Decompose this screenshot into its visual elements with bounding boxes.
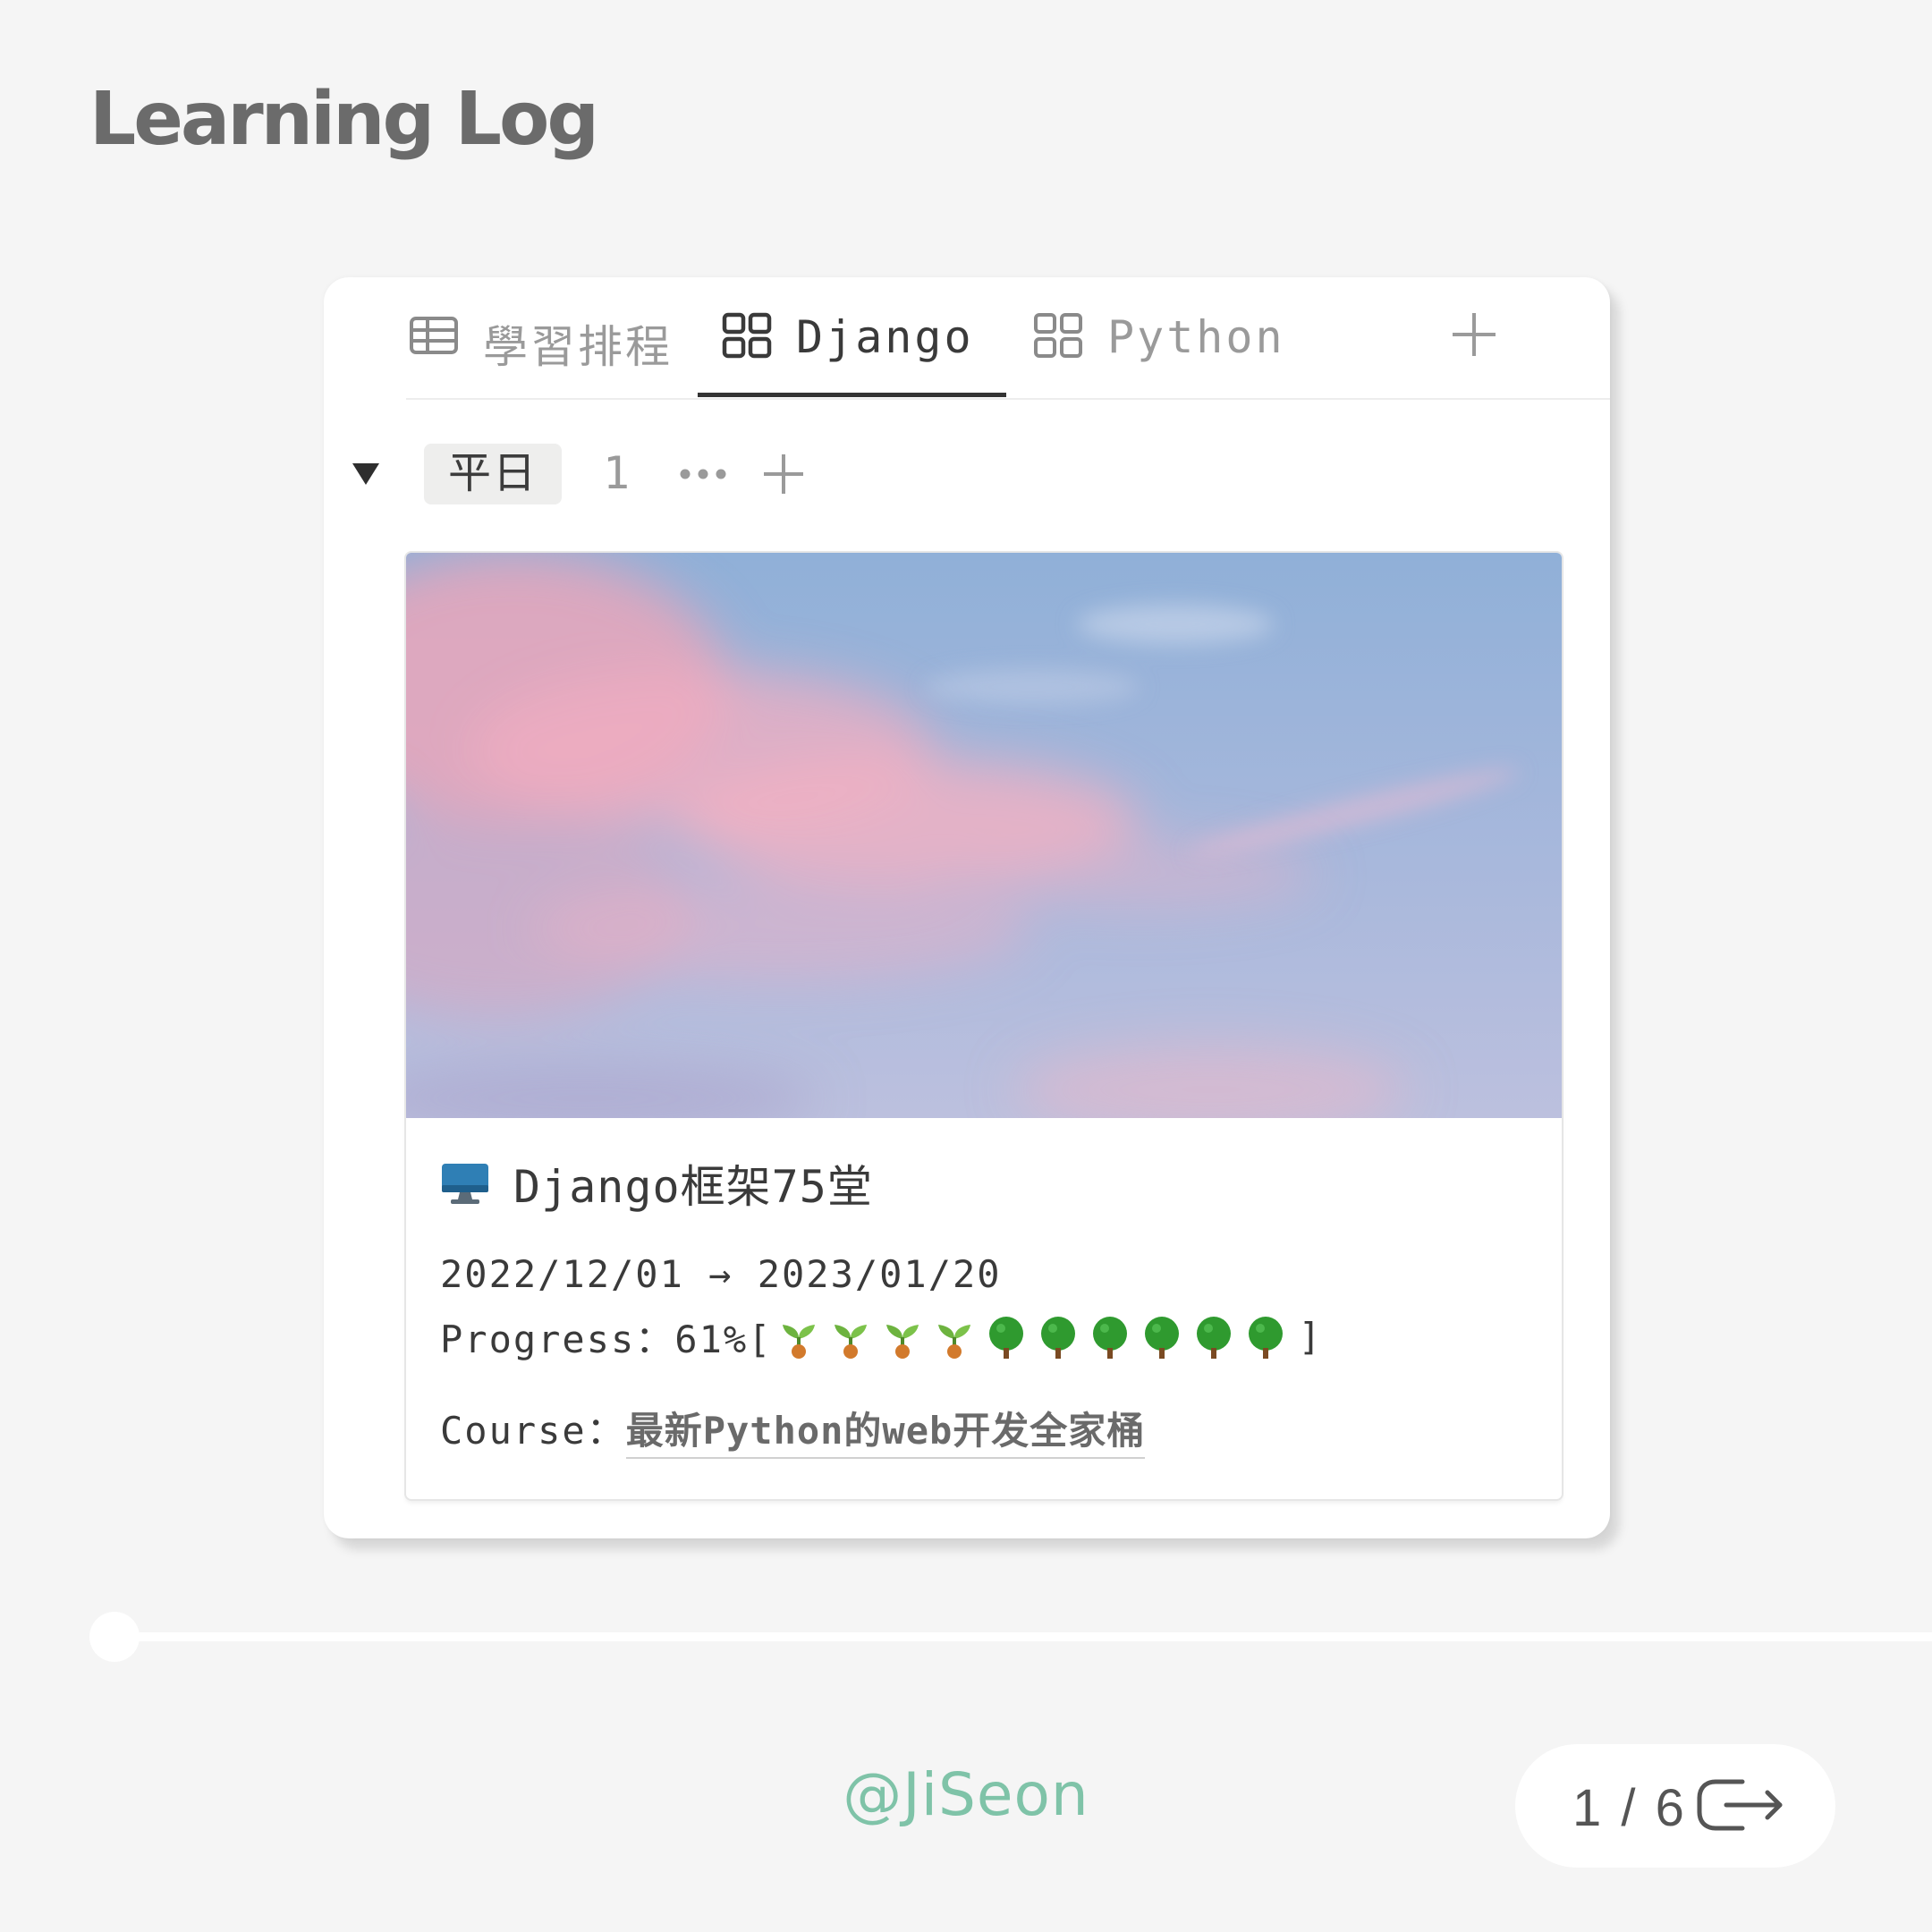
tree-icon [1197,1316,1232,1359]
course-label: Course： [440,1409,626,1453]
gallery-icon [1034,313,1082,358]
tree-icon [989,1316,1024,1359]
gallery-card[interactable]: Django框架75堂 2022/12/01 → 2023/01/20 Prog… [406,553,1562,1499]
date-range: 2022/12/01 → 2023/01/20 [440,1252,1002,1296]
seedling-icon [886,1324,919,1359]
tab-label: 學習排程 [483,321,673,373]
add-card-plus-icon[interactable] [762,453,805,496]
progress-close: ] [1298,1315,1323,1359]
desktop-computer-icon [442,1164,488,1204]
seedling-icon [938,1324,971,1359]
exit-arrow-icon[interactable] [1696,1776,1785,1834]
gallery-icon [722,312,772,359]
page-slider-track[interactable] [113,1632,1932,1641]
progress-label: Progress：61%[ [440,1318,773,1361]
tab-label: Django [796,311,974,363]
seedling-icon [835,1324,868,1359]
group-label: 平日 [424,444,562,504]
more-options-icon[interactable] [678,465,728,483]
tree-icon [1093,1316,1128,1359]
tree-icon [1249,1316,1284,1359]
add-view-plus-icon[interactable] [1449,309,1499,360]
view-tabs: 學習排程 Django Python [406,277,1610,400]
course-link[interactable]: 最新Python的web开发全家桶 [625,1401,1146,1459]
progress-emoji-bar [775,1314,1294,1360]
collapse-triangle-icon[interactable] [351,460,381,487]
group-count: 1 [603,447,631,499]
table-icon [410,317,458,354]
active-tab-indicator [698,393,1006,397]
tab-python[interactable]: Python [1032,311,1285,397]
seedling-icon [783,1324,816,1359]
tree-icon [1041,1316,1076,1359]
card-cover-sky-image [406,553,1562,1118]
card-title-row: Django框架75堂 [440,1152,873,1215]
page-title: Learning Log [89,77,599,162]
tab-schedule-table[interactable]: 學習排程 [408,311,673,397]
tab-label: Python [1107,311,1285,363]
page-slider-thumb[interactable] [89,1612,140,1662]
tab-django[interactable]: Django [721,311,974,397]
progress-row: Progress：61%[] [440,1309,1323,1364]
card-title: Django框架75堂 [513,1161,873,1213]
page-counter: 1 / 6 [1572,1779,1687,1837]
tree-icon [1145,1316,1180,1359]
database-panel: 學習排程 Django Python 平日 1 Django框架75堂 2022… [324,277,1610,1538]
course-row: Course： 最新Python的web开发全家桶 [440,1401,1146,1459]
group-header: 平日 1 [351,444,977,506]
page-indicator: 1 / 6 [1515,1744,1835,1868]
